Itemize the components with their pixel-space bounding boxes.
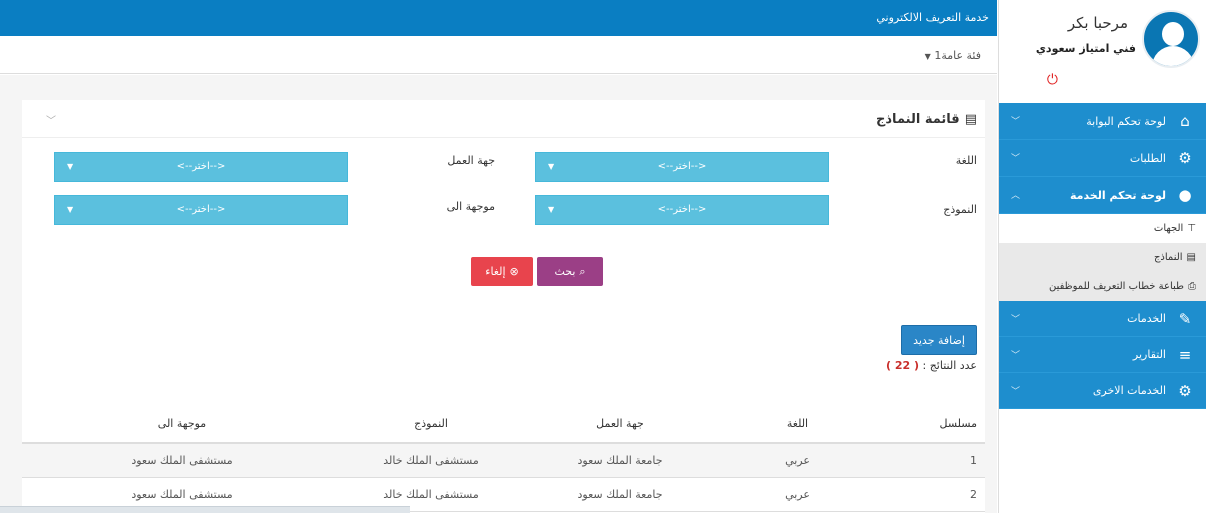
- caret-down-icon: ▼: [67, 162, 74, 171]
- category-bar: فئة عامة1 ▼: [0, 36, 997, 74]
- chevron-down-icon: ﹀: [1011, 117, 1021, 127]
- user-icon: ●: [1178, 186, 1192, 204]
- caret-down-icon: ▼: [67, 205, 74, 214]
- status-bar: [0, 506, 410, 513]
- file-icon: ▤: [964, 112, 977, 127]
- category-label: فئة عامة1: [934, 49, 981, 62]
- sidebar-item-services[interactable]: ✎ الخدمات ﹀: [999, 301, 1206, 337]
- select-value: <--اختر-->: [657, 161, 707, 172]
- template-label: النموذج: [943, 203, 977, 216]
- employer-label: جهة العمل: [447, 154, 495, 167]
- column-header: جهة العمل: [520, 405, 720, 444]
- panel-header: ▤ قائمة النماذج ﹀: [22, 100, 985, 138]
- sidebar-item-requests[interactable]: ⚙ الطلبات ﹀: [999, 140, 1206, 177]
- chevron-down-icon: ﹀: [1011, 387, 1021, 397]
- main-content: ▤ قائمة النماذج ﹀ اللغة <--اختر--> ▼ جهة …: [0, 75, 997, 513]
- top-bar: خدمة التعريف الالكتروني: [0, 0, 997, 36]
- results-count-value: ( 22 ): [885, 359, 919, 372]
- addressed-to-select[interactable]: <--اختر--> ▼: [54, 195, 348, 225]
- table-cell: عربي: [720, 443, 875, 478]
- sidebar-item-label: لوحة تحكم الخدمة: [1069, 188, 1166, 202]
- table-cell: مستشفى الملك خالد: [342, 443, 520, 478]
- print-icon: ⎙: [1188, 281, 1196, 292]
- power-icon[interactable]: ⏻: [1047, 72, 1058, 88]
- templates-table: مسلسل اللغة جهة العمل النموذج موجهة الى …: [22, 405, 985, 512]
- chevron-down-icon: ﹀: [1011, 315, 1021, 325]
- select-value: <--اختر-->: [176, 161, 226, 172]
- gears-icon: ⚙: [1178, 381, 1192, 400]
- wrench-icon: ✎: [1178, 309, 1192, 328]
- caret-down-icon: ▼: [548, 162, 555, 171]
- column-header: النموذج: [342, 405, 520, 444]
- sitemap-icon: ⊤: [1187, 223, 1196, 234]
- submenu: ⊤ الجهات ▤ النماذج ⎙ طباعة خطاب التعريف …: [999, 214, 1206, 301]
- app-title: خدمة التعريف الالكتروني: [876, 11, 989, 24]
- table-cell: 1: [875, 443, 985, 478]
- sidebar-item-label: الطلبات: [1129, 151, 1166, 165]
- sidebar-item-label: التقارير: [1132, 348, 1166, 361]
- language-label: اللغة: [955, 154, 977, 167]
- user-greeting: مرحبا بكر: [1067, 14, 1128, 32]
- table-cell: جامعة الملك سعود: [520, 443, 720, 478]
- add-new-button[interactable]: إضافة جديد: [901, 325, 977, 355]
- chevron-up-icon: ︿: [1011, 191, 1021, 201]
- avatar[interactable]: [1142, 10, 1200, 68]
- submenu-item-label: الجهات: [1153, 223, 1184, 234]
- select-value: <--اختر-->: [657, 204, 707, 215]
- column-header: اللغة: [720, 405, 875, 444]
- column-header: موجهة الى: [22, 405, 342, 444]
- search-button[interactable]: ⌕ بحث: [537, 257, 603, 286]
- cancel-button-label: إلغاء: [485, 265, 506, 278]
- language-select[interactable]: <--اختر--> ▼: [535, 152, 829, 182]
- addressed-to-label: موجهة الى: [446, 200, 495, 213]
- employer-select[interactable]: <--اختر--> ▼: [54, 152, 348, 182]
- panel-title-text: قائمة النماذج: [876, 112, 960, 127]
- panel-title: ▤ قائمة النماذج: [876, 112, 977, 127]
- templates-panel: ▤ قائمة النماذج ﹀ اللغة <--اختر--> ▼ جهة …: [22, 100, 985, 513]
- submenu-item-print-letter[interactable]: ⎙ طباعة خطاب التعريف للموظفين: [999, 272, 1206, 301]
- sidebar-item-portal-dashboard[interactable]: ⌂ لوحة تحكم البوابة ﹀: [999, 103, 1206, 140]
- submenu-item-entities[interactable]: ⊤ الجهات: [999, 214, 1206, 243]
- chevron-down-icon: ﹀: [1011, 351, 1021, 361]
- category-dropdown[interactable]: فئة عامة1 ▼: [921, 49, 981, 62]
- search-icon: ⌕: [579, 264, 586, 278]
- sidebar-item-label: الخدمات الاخرى: [1092, 384, 1166, 397]
- table-row[interactable]: 1 عربي جامعة الملك سعود مستشفى الملك خال…: [22, 443, 985, 478]
- table-header-row: مسلسل اللغة جهة العمل النموذج موجهة الى: [22, 405, 985, 444]
- caret-down-icon: ▼: [924, 52, 931, 61]
- select-value: <--اختر-->: [176, 204, 226, 215]
- sidebar-item-label: لوحة تحكم البوابة: [1086, 114, 1166, 128]
- results-count-label: عدد النتائج :: [922, 359, 978, 372]
- table-cell: جامعة الملك سعود: [520, 477, 720, 512]
- sidebar-item-reports[interactable]: ≡ التقارير ﹀: [999, 337, 1206, 373]
- add-new-button-label: إضافة جديد: [913, 333, 965, 347]
- cancel-button[interactable]: ⊗ إلغاء: [471, 257, 533, 286]
- column-header: مسلسل: [875, 405, 985, 444]
- submenu-item-templates[interactable]: ▤ النماذج: [999, 243, 1206, 272]
- file-icon: ▤: [1186, 252, 1196, 263]
- close-circle-icon: ⊗: [509, 265, 519, 278]
- chevron-down-icon: ﹀: [1011, 154, 1021, 164]
- results-count: عدد النتائج : ( 22 ): [886, 359, 977, 372]
- user-role: فني امتياز سعودي: [1035, 42, 1136, 55]
- table-cell: 2: [875, 477, 985, 512]
- sidebar: مرحبا بكر فني امتياز سعودي ⏻ ⌂ لوحة تحكم…: [998, 0, 1206, 513]
- list-icon: ≡: [1178, 345, 1192, 364]
- caret-down-icon: ▼: [548, 205, 555, 214]
- table-cell: مستشفى الملك سعود: [22, 443, 342, 478]
- home-icon: ⌂: [1180, 112, 1190, 130]
- gears-icon: ⚙: [1178, 149, 1192, 167]
- user-profile: مرحبا بكر فني امتياز سعودي ⏻: [999, 0, 1206, 103]
- submenu-item-label: طباعة خطاب التعريف للموظفين: [1048, 281, 1184, 292]
- submenu-item-label: النماذج: [1153, 252, 1183, 263]
- collapse-icon[interactable]: ﹀: [46, 112, 56, 127]
- search-button-label: بحث: [554, 265, 576, 278]
- sidebar-item-label: الخدمات: [1127, 312, 1166, 325]
- template-select[interactable]: <--اختر--> ▼: [535, 195, 829, 225]
- sidebar-item-other-services[interactable]: ⚙ الخدمات الاخرى ﹀: [999, 373, 1206, 409]
- sidebar-item-service-dashboard[interactable]: ● لوحة تحكم الخدمة ︿: [999, 177, 1206, 214]
- table-cell: عربي: [720, 477, 875, 512]
